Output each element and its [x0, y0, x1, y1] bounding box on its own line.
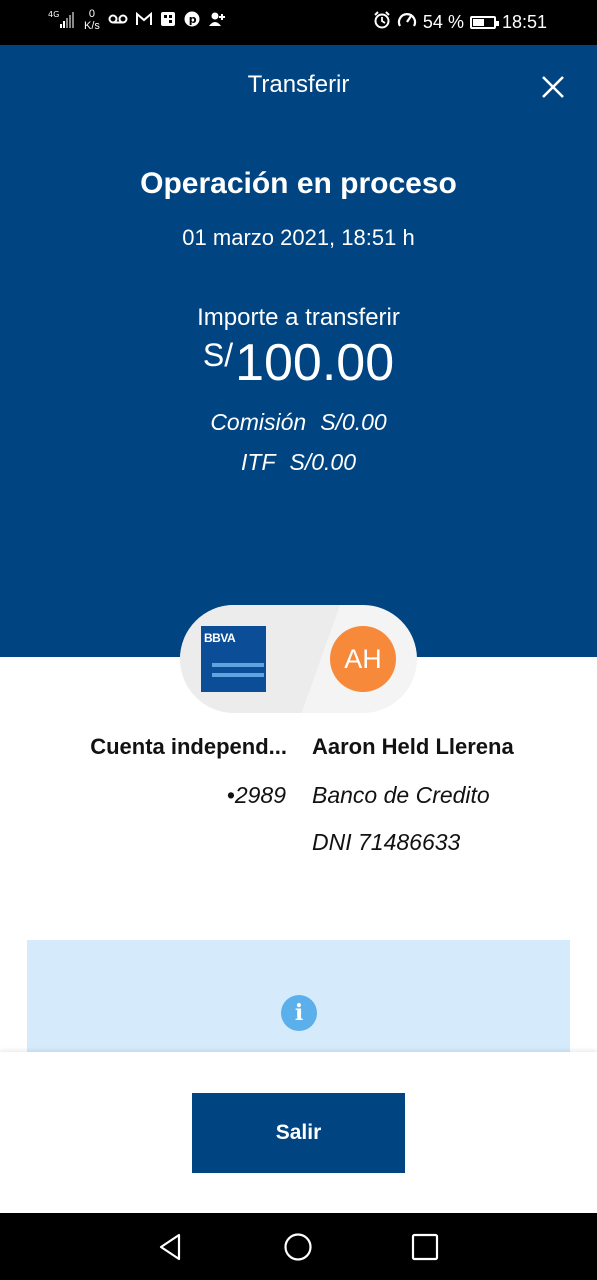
info-icon: i [281, 995, 317, 1031]
bank-logo-text: BBVA [204, 631, 236, 645]
battery-icon [469, 16, 499, 29]
origin-account-name: Cuenta independ... [90, 734, 287, 759]
back-icon[interactable] [155, 1231, 187, 1263]
voicemail-icon [108, 12, 128, 29]
itf-value: S/0.00 [289, 449, 357, 475]
itf-label: ITF [241, 449, 276, 475]
amount-label: Importe a transferir [197, 304, 400, 331]
signal-icon: 4G [48, 9, 76, 32]
operation-date: 01 marzo 2021, 18:51 h [182, 225, 415, 250]
currency-symbol: S/ [202, 337, 234, 373]
svg-text:p: p [189, 13, 197, 26]
pinterest-icon: p [184, 11, 200, 30]
commission-row: Comisión S/0.00 [0, 409, 597, 436]
status-bar: 4G 0 K/s p 54 % 18:51 [0, 0, 597, 45]
operation-status-title: Operación en proceso [140, 167, 457, 200]
page-title: Transferir [247, 71, 350, 98]
home-icon[interactable] [282, 1231, 314, 1263]
recents-icon[interactable] [409, 1231, 441, 1263]
status-bar-right: 54 % 18:51 [373, 11, 547, 34]
network-speed: 0 K/s [84, 8, 100, 32]
add-contact-icon [208, 11, 226, 30]
footer: Salir [0, 1052, 597, 1213]
svg-text:4G: 4G [48, 10, 59, 19]
logo-stripe [212, 673, 264, 677]
logo-stripe [212, 663, 264, 667]
close-icon[interactable] [541, 75, 565, 99]
data-saver-icon [397, 11, 417, 34]
payee-document: DNI 71486633 [312, 829, 461, 855]
itf-row: ITF S/0.00 [0, 449, 597, 476]
transfer-amount: S/100.00 [0, 333, 597, 393]
alarm-icon [373, 11, 391, 34]
payee-bank: Banco de Credito [312, 782, 490, 808]
payee-name: Aaron Held Llerena [312, 734, 514, 759]
navigation-bar [0, 1213, 597, 1280]
bbva-logo: BBVA [201, 626, 266, 692]
transfer-summary-header: Transferir Operación en proceso 01 marzo… [0, 45, 597, 657]
exit-button[interactable]: Salir [192, 1093, 405, 1173]
origin-account-number: •2989 [226, 782, 286, 808]
status-bar-left: 4G 0 K/s p [48, 8, 226, 32]
app-icon [160, 11, 176, 30]
transfer-parties-pill: BBVA AH [180, 605, 417, 713]
commission-value: S/0.00 [320, 409, 387, 435]
info-box: i [27, 940, 570, 1054]
gmail-icon [135, 11, 152, 29]
amount-value: 100.00 [235, 334, 395, 392]
commission-label: Comisión [210, 409, 307, 435]
clock: 18:51 [501, 12, 547, 32]
battery-percent: 54 % [422, 12, 464, 32]
avatar: AH [330, 626, 396, 692]
